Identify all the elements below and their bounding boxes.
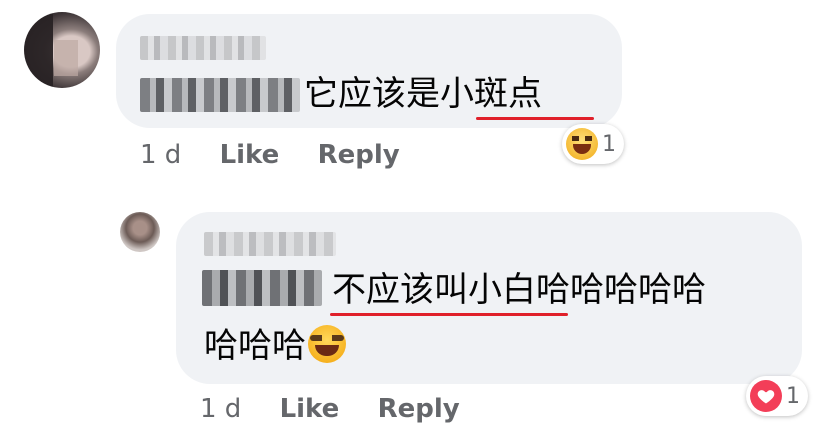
like-button[interactable]: Like [220, 140, 280, 170]
reply-name-blurred[interactable] [204, 232, 336, 256]
reply-time[interactable]: 1 d [200, 394, 241, 424]
tears-of-joy-emoji-icon [308, 325, 346, 363]
reaction-count: 1 [786, 383, 800, 409]
red-underline-annotation [476, 117, 594, 120]
comment-actions: 1 d Like Reply [140, 140, 430, 170]
tagged-user-blurred[interactable] [140, 78, 300, 112]
comment-time[interactable]: 1 d [140, 140, 181, 170]
love-heart-icon [750, 380, 782, 412]
reply-tagged-user-blurred[interactable] [202, 270, 322, 306]
reply-avatar[interactable] [120, 212, 160, 252]
reply-text-line1: 不应该叫小白哈哈哈哈哈 [332, 270, 706, 310]
like-button[interactable]: Like [280, 394, 340, 424]
reaction-badge[interactable]: 1 [746, 376, 808, 416]
haha-emoji-icon [566, 128, 598, 160]
comment-text: 它应该是小斑点 [304, 74, 542, 114]
red-underline-annotation [330, 313, 568, 316]
reply-actions: 1 d Like Reply [200, 394, 490, 424]
reaction-count: 1 [602, 131, 616, 157]
commenter-name-blurred[interactable] [140, 36, 266, 60]
reply-text-line2-content: 哈哈哈 [204, 326, 306, 366]
reaction-badge[interactable]: 1 [562, 124, 624, 164]
reply-button[interactable]: Reply [318, 140, 400, 170]
reply-text-line2: 哈哈哈 [204, 324, 346, 368]
reply-button[interactable]: Reply [378, 394, 460, 424]
commenter-avatar[interactable] [24, 12, 100, 88]
